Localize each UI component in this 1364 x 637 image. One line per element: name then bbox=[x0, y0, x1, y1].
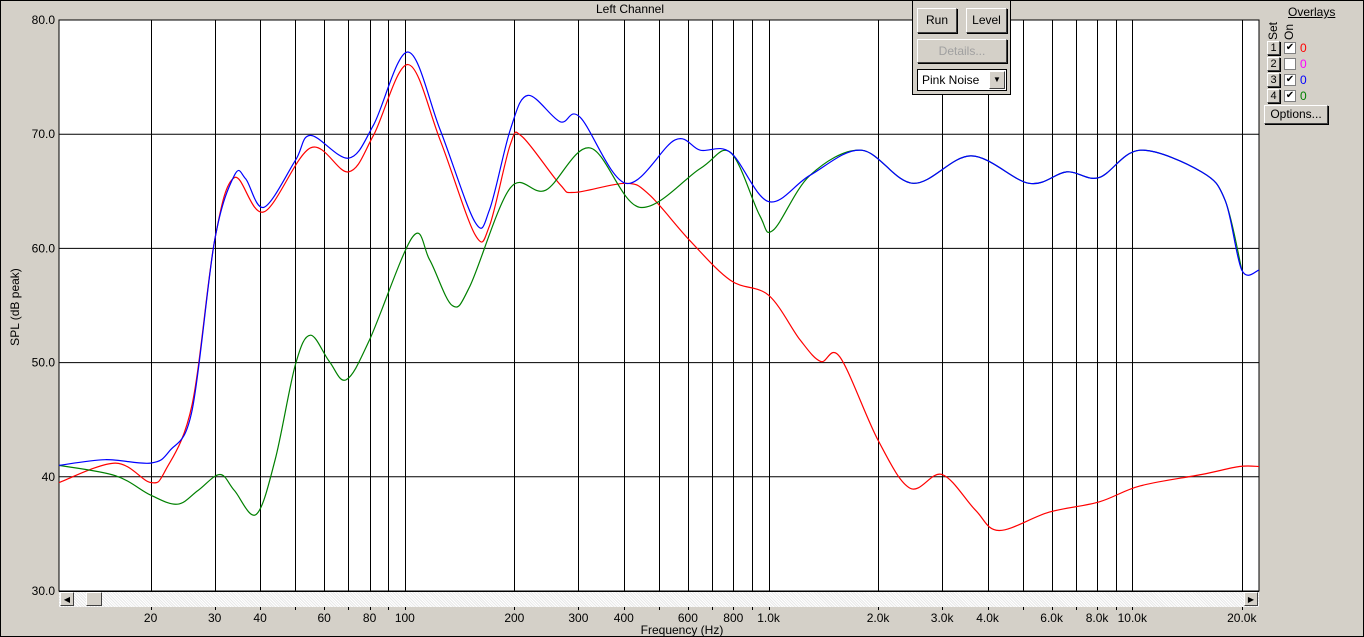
level-button[interactable]: Level bbox=[966, 8, 1007, 33]
overlay-on-checkbox[interactable]: ✔ bbox=[1284, 74, 1296, 86]
overlay-set-button[interactable]: 3 bbox=[1267, 73, 1280, 87]
overlay-on-checkbox[interactable]: ✔ bbox=[1284, 90, 1296, 102]
overlay-count: 0 bbox=[1300, 73, 1307, 87]
scroll-left-arrow-icon[interactable]: ◀ bbox=[60, 592, 74, 606]
overlay-count: 0 bbox=[1300, 41, 1307, 55]
y-tick-label: 80.0 bbox=[32, 13, 56, 27]
overlays-heading[interactable]: Overlays bbox=[1288, 5, 1335, 19]
chevron-down-icon[interactable]: ▼ bbox=[989, 71, 1005, 89]
signal-select[interactable]: Pink Noise ▼ bbox=[917, 69, 1007, 91]
y-tick-label: 60.0 bbox=[32, 241, 56, 255]
overlay-set-button[interactable]: 4 bbox=[1267, 89, 1280, 103]
details-button[interactable]: Details... bbox=[917, 39, 1007, 63]
overlay-set-button[interactable]: 2 bbox=[1267, 57, 1280, 71]
measurement-popup: Run Level Details... Pink Noise ▼ bbox=[912, 0, 1011, 95]
y-axis-title: SPL (dB peak) bbox=[8, 268, 22, 346]
signal-select-value: Pink Noise bbox=[922, 73, 980, 87]
run-button[interactable]: Run bbox=[917, 8, 957, 33]
x-axis-title: Frequency (Hz) bbox=[640, 623, 724, 637]
overlay-on-checkbox[interactable]: ✔ bbox=[1284, 42, 1296, 54]
scroll-thumb[interactable] bbox=[86, 592, 102, 606]
overlays-panel: Overlays Set On 1 ✔ 0 2 0 3 ✔ 0 4 ✔ 0 Optio… bbox=[1262, 0, 1364, 130]
options-button[interactable]: Options... bbox=[1264, 105, 1328, 124]
y-tick-label: 50.0 bbox=[32, 356, 56, 370]
y-tick-label: 40 bbox=[42, 470, 56, 484]
horizontal-scrollbar[interactable]: ◀ ▶ bbox=[59, 591, 1259, 607]
plot-area: 30.04050.060.070.080.020 30 40 60 80 100 200 30… bbox=[32, 13, 1260, 625]
on-column-label: On bbox=[1282, 23, 1296, 40]
overlay-count: 0 bbox=[1300, 57, 1307, 71]
overlay-count: 0 bbox=[1300, 89, 1307, 103]
y-tick-label: 70.0 bbox=[32, 127, 56, 141]
scroll-right-arrow-icon[interactable]: ▶ bbox=[1244, 592, 1258, 606]
y-tick-label: 30.0 bbox=[32, 584, 56, 598]
overlay-set-button[interactable]: 1 bbox=[1267, 41, 1280, 55]
set-column-label: Set bbox=[1266, 21, 1280, 40]
overlay-on-checkbox[interactable] bbox=[1284, 58, 1296, 70]
